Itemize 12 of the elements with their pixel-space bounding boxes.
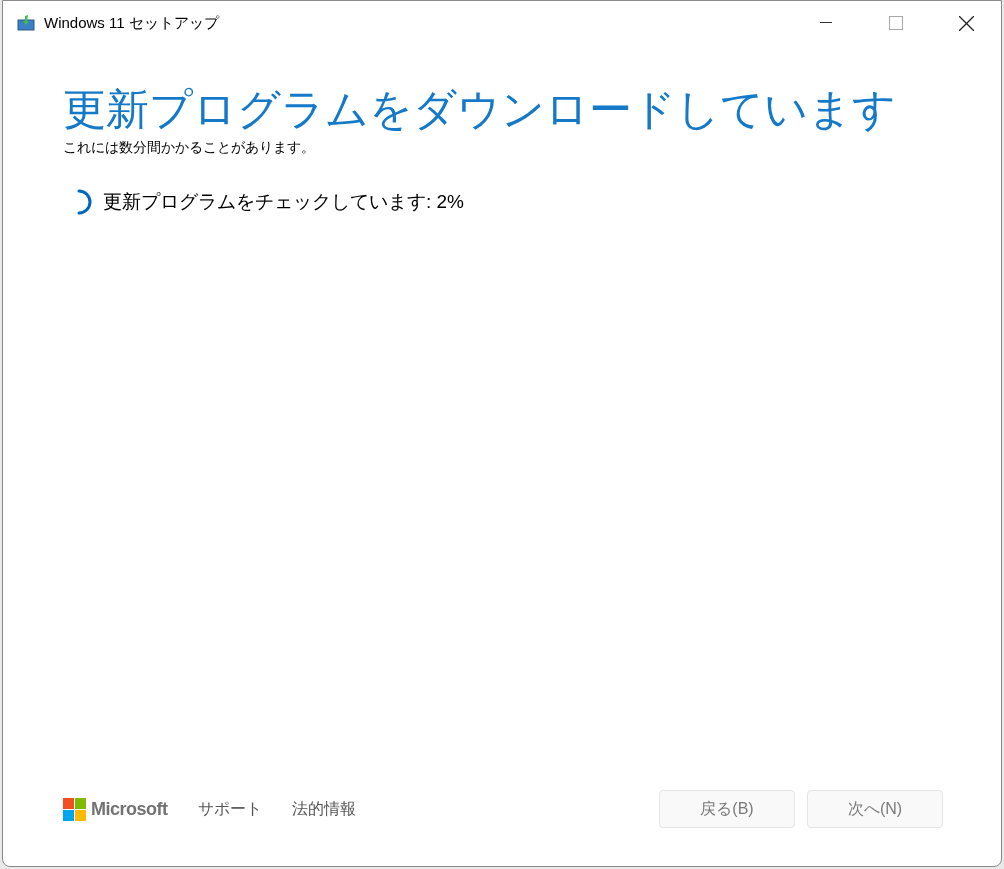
brand-name: Microsoft [91, 797, 168, 821]
microsoft-logo-icon [63, 797, 86, 821]
status-text: 更新プログラムをチェックしています: 2% [103, 190, 465, 214]
setup-app-icon [17, 15, 35, 31]
footer-link[interactable]: サポート [197, 797, 262, 821]
window-title: Windows 11 セットアップ [44, 12, 219, 33]
minimize-icon [820, 22, 832, 24]
footer-link[interactable]: 法的情報 [291, 797, 356, 821]
close-icon [958, 15, 974, 31]
page-subtitle: これには数分間かかることがあります。 [63, 138, 316, 157]
maximize-icon [889, 16, 903, 30]
page-heading: 更新プログラムをダウンロードしています [63, 84, 897, 135]
